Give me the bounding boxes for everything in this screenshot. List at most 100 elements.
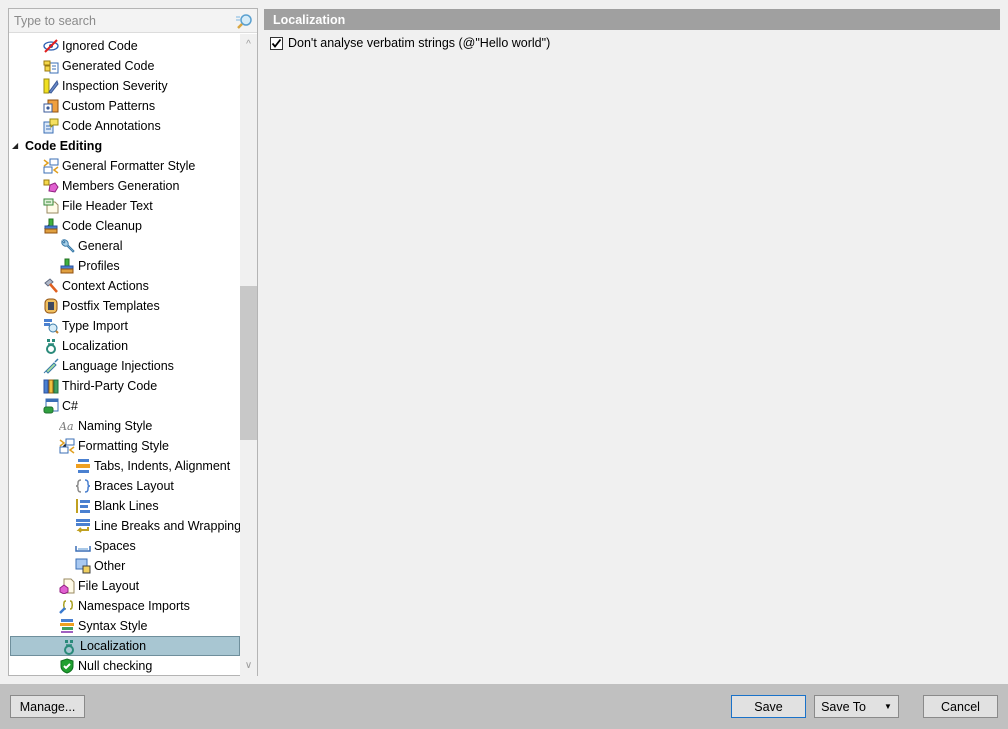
save-button[interactable]: Save (731, 695, 806, 718)
hammer-icon (44, 278, 58, 293)
scroll-down-icon[interactable]: ∨ (240, 657, 257, 674)
namespace-imports-icon (59, 600, 74, 614)
code-cleanup-icon (60, 258, 74, 274)
other-icon (75, 558, 91, 574)
line-breaks-icon (76, 519, 90, 533)
tree-item-label: Blank Lines (94, 499, 159, 513)
tree-item[interactable]: Profiles (9, 256, 241, 276)
tree-scrollbar[interactable]: ^ ∨ (240, 34, 257, 676)
scrollbar-thumb[interactable] (240, 286, 257, 440)
tree-item[interactable]: Context Actions (9, 276, 241, 296)
code-cleanup-icon (44, 218, 58, 234)
save-button-label: Save (754, 699, 783, 714)
inspection-severity-icon (43, 78, 59, 94)
tree-item[interactable]: Aa Naming Style (9, 416, 241, 436)
tree-item[interactable]: File Layout (9, 576, 241, 596)
tree-item[interactable]: General Formatter Style (9, 156, 241, 176)
tree-item-label: Generated Code (62, 59, 155, 73)
settings-tree-panel: Ignored Code Generated Code Inspection Sev… (8, 8, 258, 676)
tree-item[interactable]: Tabs, Indents, Alignment (9, 456, 241, 476)
manage-button[interactable]: Manage... (10, 695, 85, 718)
scroll-up-icon[interactable]: ^ (240, 36, 257, 53)
naming-style-icon: Aa (59, 420, 74, 433)
settings-tree[interactable]: Ignored Code Generated Code Inspection Sev… (9, 36, 241, 676)
tree-item-label: Type Import (62, 319, 128, 333)
section-title: Localization (264, 9, 1000, 30)
tree-item-label: File Header Text (62, 199, 153, 213)
tree-item[interactable]: Other (9, 556, 241, 576)
tree-item-label: Localization (62, 339, 129, 353)
generated-code-icon (43, 60, 59, 74)
tree-item-label: Code Annotations (62, 119, 161, 133)
search-input[interactable] (9, 9, 224, 32)
file-header-icon (43, 198, 59, 214)
tree-item-label: Custom Patterns (62, 99, 156, 113)
tree-item-label: Braces Layout (94, 479, 174, 493)
tree-item-label: Postfix Templates (62, 299, 160, 313)
svg-text:Aa: Aa (59, 420, 74, 433)
spaces-icon (75, 546, 91, 552)
tree-item[interactable]: Blank Lines (9, 496, 241, 516)
tree-item[interactable]: Null checking (9, 656, 241, 676)
tree-item-label: Null checking (78, 659, 153, 673)
syringe-icon (43, 358, 59, 374)
type-import-icon (44, 319, 59, 334)
tree-item-label: Localization (80, 639, 147, 653)
tree-item[interactable]: File Header Text (9, 196, 241, 216)
tree-item[interactable]: ◢ Code Editing (9, 136, 241, 156)
tree-item-label: Language Injections (62, 359, 174, 373)
tree-item[interactable]: Language Injections (9, 356, 241, 376)
dropdown-arrow-icon: ▼ (884, 702, 892, 711)
tree-item[interactable]: Line Breaks and Wrapping (9, 516, 241, 536)
formatter-style-icon (59, 438, 75, 454)
syntax-style-icon (60, 619, 74, 633)
search-icon[interactable] (235, 13, 253, 29)
tree-item[interactable]: Inspection Severity (9, 76, 241, 96)
tree-item[interactable]: ◢C# (9, 396, 241, 416)
cancel-button[interactable]: Cancel (923, 695, 998, 718)
formatter-style-icon (43, 158, 59, 174)
tree-item[interactable]: Generated Code (9, 56, 241, 76)
tree-item-label: Namespace Imports (78, 599, 190, 613)
tree-item[interactable]: Custom Patterns (9, 96, 241, 116)
tree-item-label: File Layout (78, 579, 140, 593)
tree-item-label: C# (62, 399, 78, 413)
cancel-button-label: Cancel (941, 699, 980, 714)
tree-item[interactable]: Localization (9, 336, 241, 356)
tree-item-label: Inspection Severity (62, 79, 168, 93)
localization-icon (64, 640, 74, 655)
expand-arrow-icon[interactable]: ◢ (12, 142, 20, 150)
tree-item[interactable]: Namespace Imports (9, 596, 241, 616)
verbatim-strings-checkbox[interactable] (270, 36, 283, 50)
tree-item[interactable]: Spaces (9, 536, 241, 556)
file-layout-icon (59, 578, 75, 594)
tree-item-label: Code Cleanup (62, 219, 142, 233)
tree-item[interactable]: Members Generation (9, 176, 241, 196)
tree-item-label: Other (94, 559, 126, 573)
tree-item-label: Formatting Style (78, 439, 170, 453)
tree-item[interactable]: Braces Layout (9, 476, 241, 496)
tree-item[interactable]: Third-Party Code (9, 376, 241, 396)
tree-item-label: Spaces (94, 539, 136, 553)
tree-item[interactable]: Code Annotations (9, 116, 241, 136)
tree-item[interactable]: ◢Code Cleanup (9, 216, 241, 236)
csharp-icon (43, 398, 59, 414)
tree-item[interactable]: Type Import (9, 316, 241, 336)
null-checking-icon (60, 658, 74, 674)
tree-item[interactable]: ◢ Formatting Style (9, 436, 241, 456)
custom-patterns-icon (43, 99, 59, 113)
tree-item[interactable]: Syntax Style (9, 616, 241, 636)
tree-item[interactable]: Ignored Code (9, 36, 241, 56)
wrench-icon (61, 239, 75, 253)
ignored-code-icon (43, 39, 59, 53)
verbatim-strings-option[interactable]: Don't analyse verbatim strings (@"Hello … (270, 36, 1000, 50)
tree-item-label: Members Generation (62, 179, 180, 193)
save-to-button-label: Save To (821, 699, 867, 714)
code-annotations-icon (43, 118, 59, 134)
tree-item[interactable]: Localization (10, 636, 240, 656)
tree-item-label: Syntax Style (78, 619, 148, 633)
save-to-button[interactable]: Save To ▼ (814, 695, 899, 718)
tree-item[interactable]: Postfix Templates (9, 296, 241, 316)
tree-item[interactable]: General (9, 236, 241, 256)
braces-layout-icon (75, 479, 91, 493)
